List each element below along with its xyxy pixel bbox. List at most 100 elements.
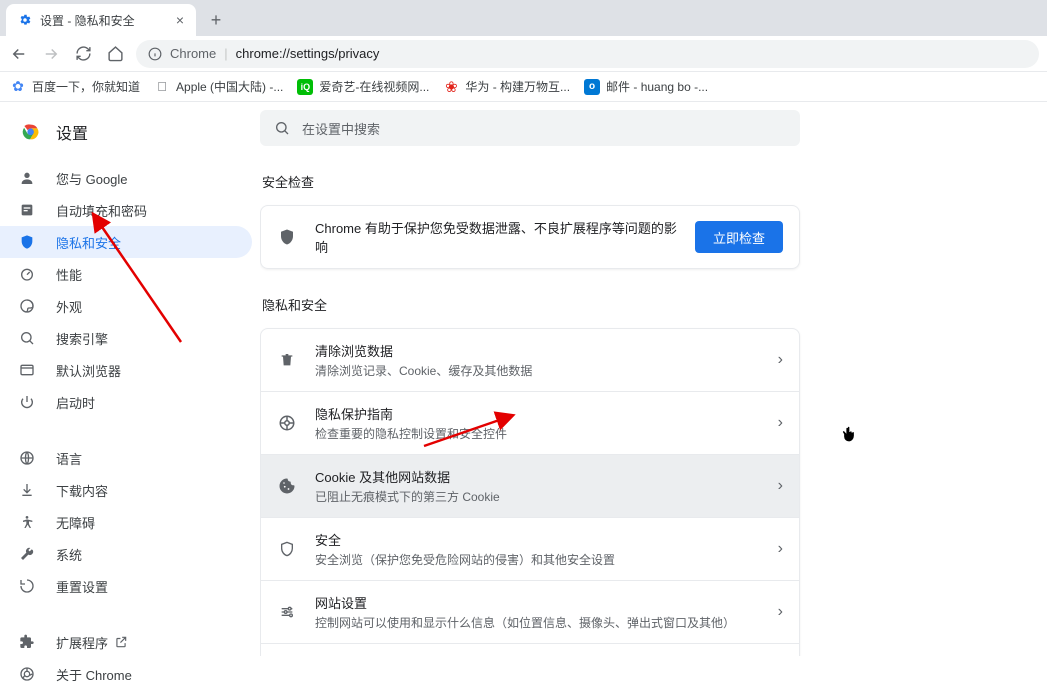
tune-icon	[277, 604, 297, 620]
privacy-row[interactable]: 隐私保护指南检查重要的隐私控制设置和安全控件 ›	[261, 391, 799, 454]
download-icon	[18, 482, 36, 498]
bookmark-icon: ❀	[443, 79, 459, 95]
sidebar-item-label: 无障碍	[56, 513, 95, 532]
search-icon	[18, 330, 36, 346]
access-icon	[18, 514, 36, 530]
sidebar-item-label: 性能	[56, 265, 82, 284]
row-title: 隐私保护指南	[315, 404, 760, 423]
sidebar-item[interactable]: 隐私和安全	[0, 226, 252, 258]
row-title: 清除浏览数据	[315, 341, 760, 360]
sidebar-item[interactable]: 默认浏览器	[0, 354, 252, 386]
sidebar-item[interactable]: 您与 Google	[0, 162, 252, 194]
bookmark-icon: o	[584, 79, 600, 95]
sidebar-item-label: 自动填充和密码	[56, 201, 147, 220]
forward-icon[interactable]	[40, 43, 62, 65]
sidebar-item[interactable]: 搜索引擎	[0, 322, 252, 354]
new-tab-button[interactable]: +	[202, 6, 230, 34]
sidebar-item-label: 系统	[56, 545, 82, 564]
sidebar-item-label: 重置设置	[56, 577, 108, 596]
tab-strip: 设置 - 隐私和安全 × +	[0, 0, 1047, 36]
chevron-right-icon: ›	[778, 414, 783, 432]
bookmark-item[interactable]: Apple (中国大陆) -...	[154, 78, 283, 95]
privacy-row[interactable]: 安全安全浏览（保护您免受危险网站的侵害）和其他安全设置 ›	[261, 517, 799, 580]
privacy-card: 清除浏览数据清除浏览记录、Cookie、缓存及其他数据›隐私保护指南检查重要的隐…	[260, 328, 800, 656]
person-icon	[18, 170, 36, 186]
shield-icon	[277, 228, 297, 246]
sidebar-item-label: 默认浏览器	[56, 361, 121, 380]
privacy-row[interactable]: 清除浏览数据清除浏览记录、Cookie、缓存及其他数据›	[261, 329, 799, 391]
sidebar-item[interactable]: 自动填充和密码	[0, 194, 252, 226]
omnibox[interactable]: Chrome | chrome://settings/privacy	[136, 40, 1039, 68]
sidebar-item[interactable]: 性能	[0, 258, 252, 290]
reload-icon[interactable]	[72, 43, 94, 65]
bookmark-label: 爱奇艺-在线视频网...	[319, 78, 429, 95]
row-desc: 检查重要的隐私控制设置和安全控件	[315, 425, 760, 442]
reset-icon	[18, 578, 36, 594]
row-title: Cookie 及其他网站数据	[315, 467, 760, 486]
sidebar-item[interactable]: 语言	[0, 442, 252, 474]
sidebar-item-label: 关于 Chrome	[56, 665, 132, 684]
search-placeholder: 在设置中搜索	[302, 119, 380, 138]
bookmark-label: 百度一下，你就知道	[32, 78, 140, 95]
safety-desc: Chrome 有助于保护您免受数据泄露、不良扩展程序等问题的影响	[315, 218, 677, 256]
trash-icon	[277, 352, 297, 368]
sidebar-item-label: 下载内容	[56, 481, 108, 500]
wrench-icon	[18, 546, 36, 562]
sidebar-item-label: 隐私和安全	[56, 233, 121, 252]
search-icon	[274, 120, 290, 136]
sidebar-item-label: 扩展程序	[56, 633, 128, 652]
speed-icon	[18, 266, 36, 282]
shield2-icon	[277, 541, 297, 557]
toolbar: Chrome | chrome://settings/privacy	[0, 36, 1047, 72]
section-safety-title: 安全检查	[262, 172, 1023, 191]
bookmark-icon: ✿	[10, 79, 26, 95]
close-tab-icon[interactable]: ×	[176, 12, 184, 28]
row-desc: 控制网站可以使用和显示什么信息（如位置信息、摄像头、弹出式窗口及其他）	[315, 614, 760, 631]
sidebar-item[interactable]: 扩展程序	[0, 626, 252, 658]
sidebar-item[interactable]: 下载内容	[0, 474, 252, 506]
section-privacy-title: 隐私和安全	[262, 295, 1023, 314]
chevron-right-icon: ›	[778, 477, 783, 495]
chevron-right-icon: ›	[778, 540, 783, 558]
row-title: 安全	[315, 530, 760, 549]
external-link-icon	[114, 635, 128, 649]
globe-icon	[18, 450, 36, 466]
row-title: 网站设置	[315, 593, 760, 612]
ext-icon	[18, 634, 36, 650]
sidebar-item[interactable]: 重置设置	[0, 570, 252, 602]
bookmark-item[interactable]: o 邮件 - huang bo -...	[584, 78, 708, 95]
privacy-row[interactable]: 网站设置控制网站可以使用和显示什么信息（如位置信息、摄像头、弹出式窗口及其他） ›	[261, 580, 799, 643]
sidebar-item-label: 启动时	[56, 393, 95, 412]
bookmark-icon: 	[154, 79, 170, 95]
cookie-icon	[277, 477, 297, 495]
bookmark-item[interactable]: iQ 爱奇艺-在线视频网...	[297, 78, 429, 95]
sidebar-item-label: 您与 Google	[56, 169, 128, 188]
tab-title: 设置 - 隐私和安全	[40, 12, 135, 29]
omnibox-path: chrome://settings/privacy	[236, 46, 380, 61]
settings-header: 设置	[0, 112, 260, 158]
bookmark-icon: iQ	[297, 79, 313, 95]
sidebar-item[interactable]: 外观	[0, 290, 252, 322]
browser-tab[interactable]: 设置 - 隐私和安全 ×	[6, 4, 196, 36]
sidebar-item[interactable]: 系统	[0, 538, 252, 570]
bookmark-label: 邮件 - huang bo -...	[606, 78, 708, 95]
chevron-right-icon: ›	[778, 351, 783, 369]
privacy-row[interactable]: Cookie 及其他网站数据已阻止无痕模式下的第三方 Cookie›	[261, 454, 799, 517]
home-icon[interactable]	[104, 43, 126, 65]
bookmark-item[interactable]: ❀华为 - 构建万物互...	[443, 78, 570, 95]
chevron-right-icon: ›	[778, 603, 783, 621]
sidebar-item[interactable]: 关于 Chrome	[0, 658, 252, 690]
safety-check-button[interactable]: 立即检查	[695, 221, 783, 253]
power-icon	[18, 394, 36, 410]
sidebar-item-label: 搜索引擎	[56, 329, 108, 348]
bookmarks-bar: ✿ 百度一下，你就知道 Apple (中国大陆) -... iQ 爱奇艺-在线视频网.…	[0, 72, 1047, 102]
settings-title: 设置	[56, 120, 88, 144]
browser-icon	[18, 362, 36, 378]
sidebar-item[interactable]: 启动时	[0, 386, 252, 418]
privacy-row[interactable]: Privacy Sandbox试用版功能已关闭	[261, 643, 799, 656]
sidebar-item[interactable]: 无障碍	[0, 506, 252, 538]
row-desc: 安全浏览（保护您免受危险网站的侵害）和其他安全设置	[315, 551, 760, 568]
back-icon[interactable]	[8, 43, 30, 65]
bookmark-item[interactable]: ✿ 百度一下，你就知道	[10, 78, 140, 95]
settings-search[interactable]: 在设置中搜索	[260, 110, 800, 146]
